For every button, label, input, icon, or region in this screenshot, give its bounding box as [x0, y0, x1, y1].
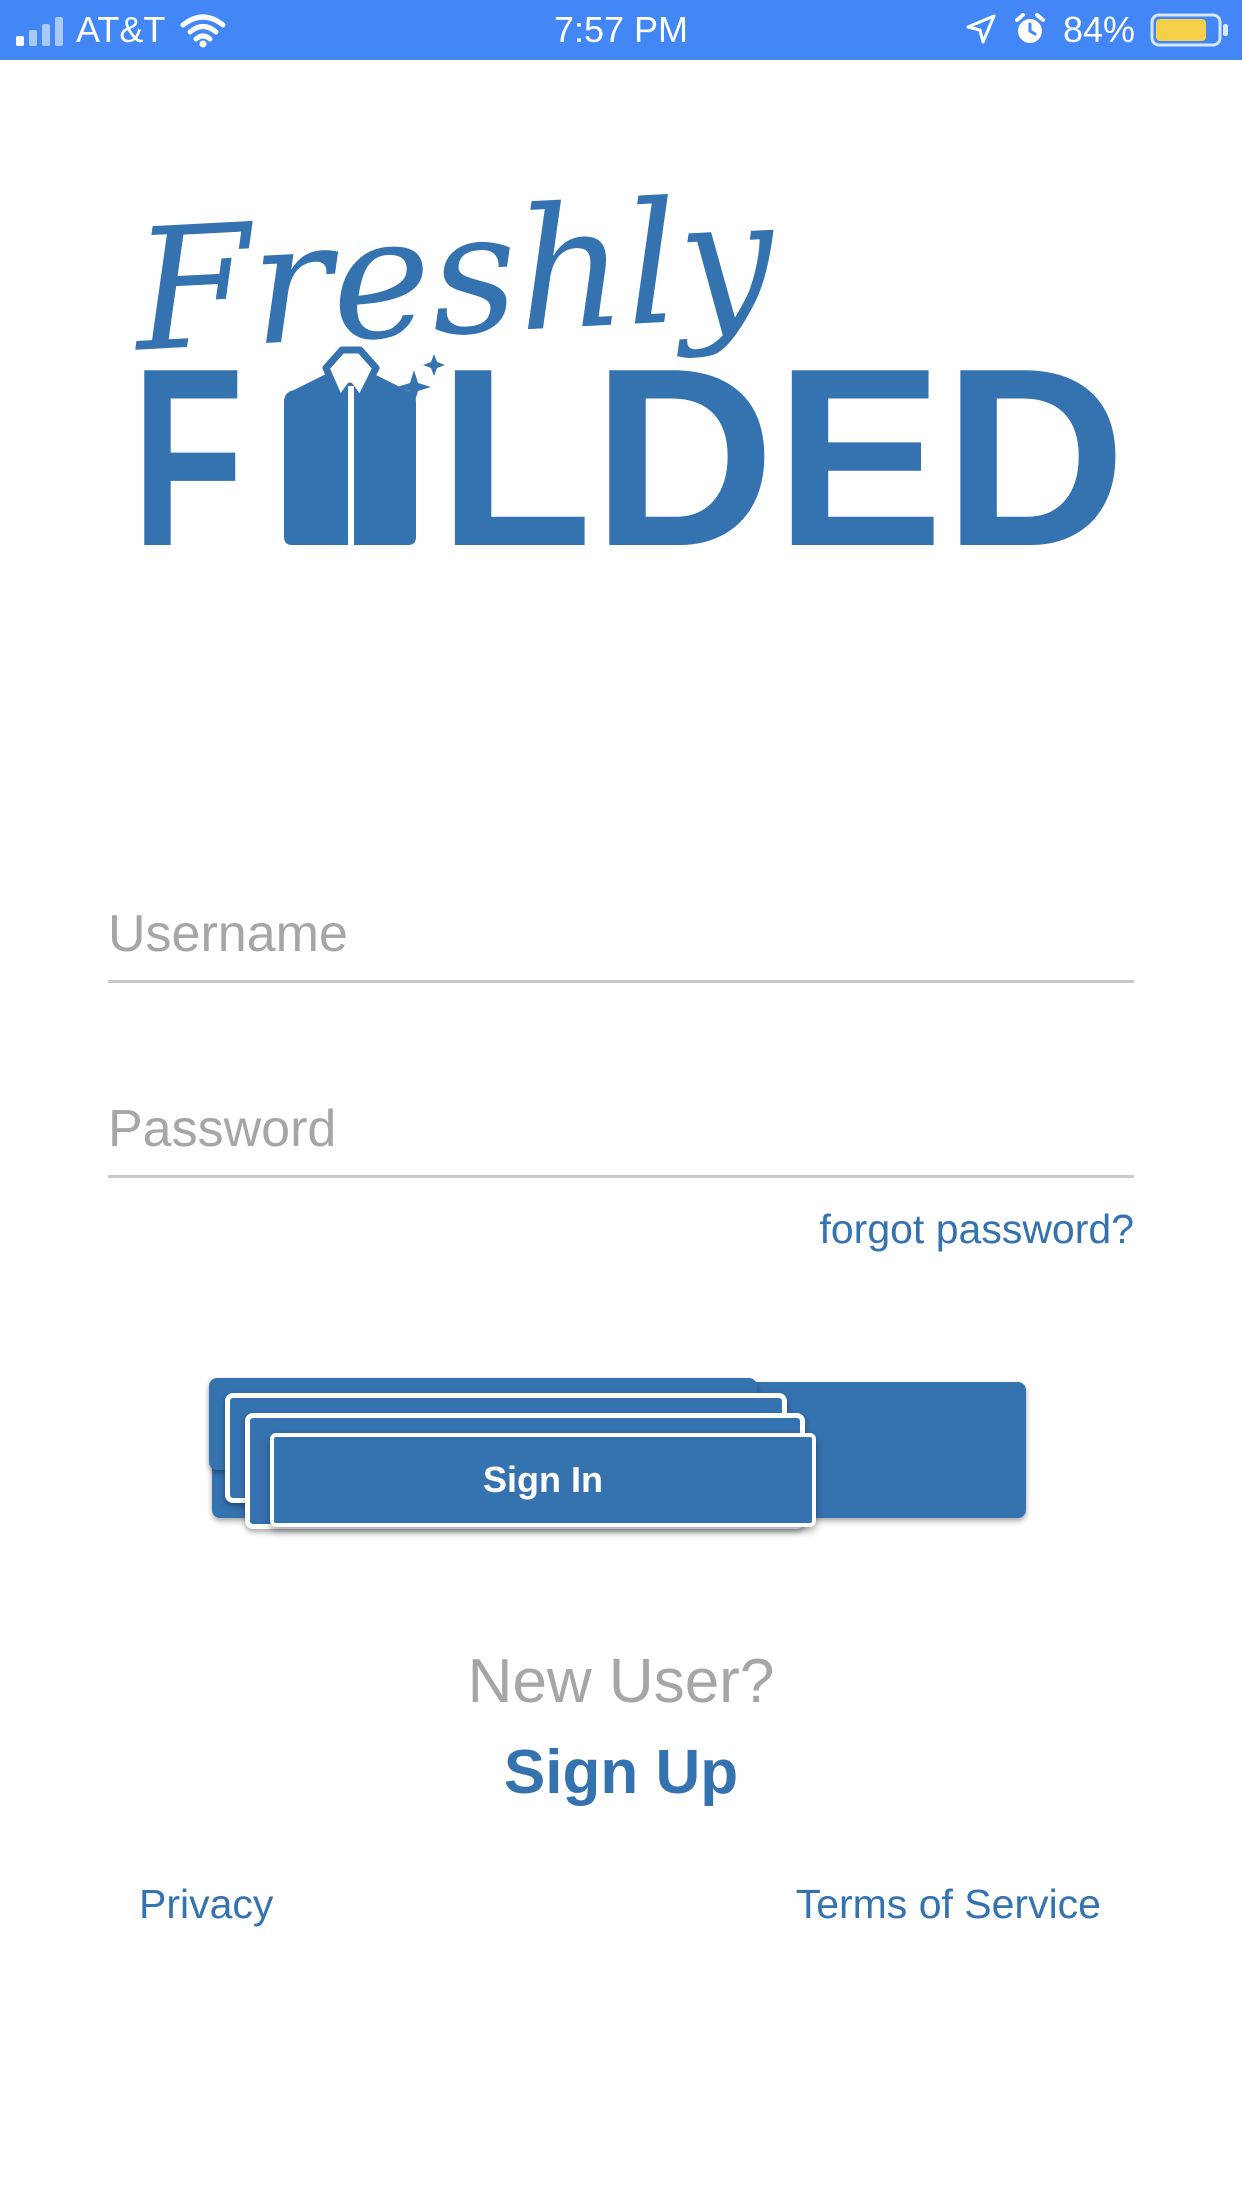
battery-icon [1150, 13, 1228, 47]
logo-letter-f: F [132, 315, 244, 560]
location-arrow-icon [966, 14, 996, 44]
privacy-link[interactable]: Privacy [139, 1881, 273, 1928]
app-logo: Freshly F LDED [120, 160, 1130, 599]
sign-in-button[interactable]: Sign In [270, 1433, 816, 1527]
new-user-prompt: New User? [467, 1647, 775, 1716]
forgot-password-link[interactable]: forgot password? [819, 1206, 1134, 1253]
username-input[interactable] [108, 896, 1134, 972]
status-bar: AT&T 7:57 PM 84% [0, 0, 1242, 60]
sign-up-link[interactable]: Sign Up [504, 1738, 738, 1807]
alarm-icon [1015, 13, 1045, 43]
clock-label: 7:57 PM [553, 9, 689, 50]
password-input[interactable] [108, 1091, 1134, 1167]
sign-up-row: Sign Up [0, 1737, 1242, 1808]
logo-letters-lded: LDED [438, 315, 1126, 560]
terms-of-service-link[interactable]: Terms of Service [796, 1881, 1101, 1928]
password-field [108, 1091, 1134, 1178]
battery-percent-label: 84% [1063, 9, 1136, 50]
username-field [108, 896, 1134, 983]
